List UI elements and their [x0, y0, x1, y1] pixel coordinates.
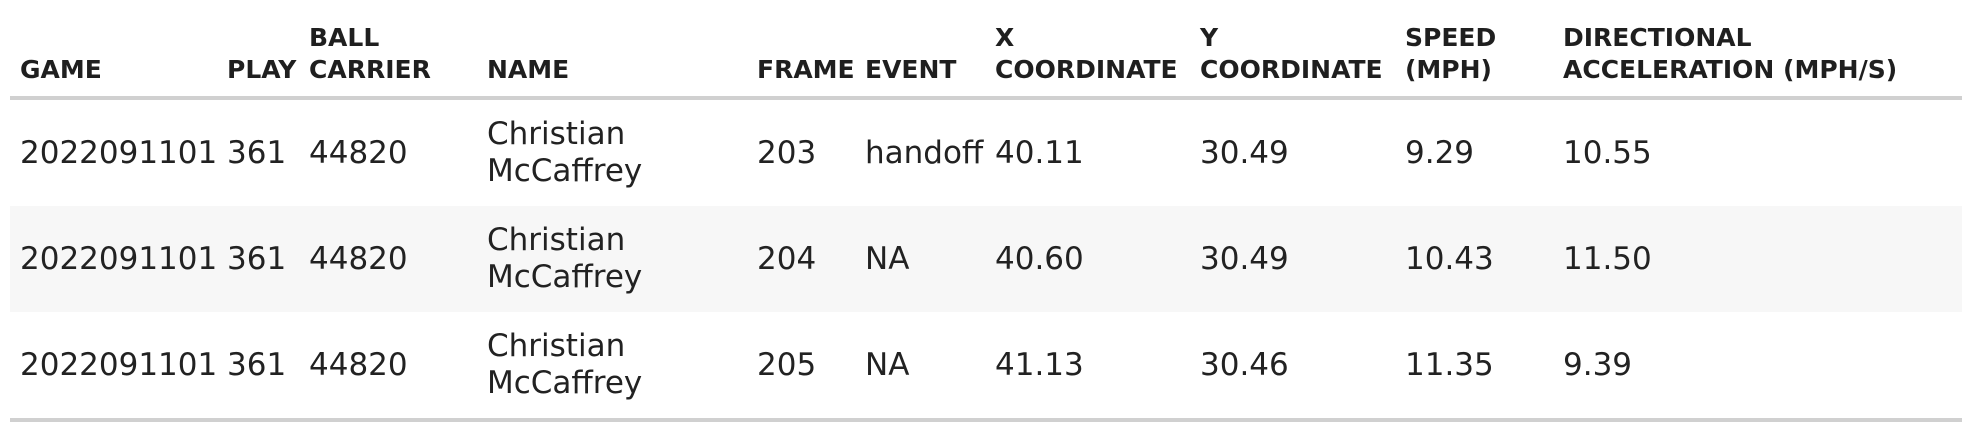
table-row: 2022091101 361 44820 Christian McCaffrey…: [10, 206, 1962, 312]
cell-speed: 10.43: [1395, 206, 1553, 312]
column-header-name: NAME: [477, 0, 747, 100]
column-header-game: GAME: [10, 0, 217, 100]
column-header-frame: FRAME: [747, 0, 855, 100]
column-header-y-coordinate: Y COORDINATE: [1190, 0, 1395, 100]
cell-event: NA: [855, 206, 985, 312]
cell-name: Christian McCaffrey: [487, 116, 643, 189]
column-header-speed: SPEED (MPH): [1395, 0, 1553, 100]
cell-game: 2022091101: [20, 134, 218, 171]
cell-x-coordinate: 40.60: [985, 206, 1190, 312]
table-row: 2022091101 361 44820 Christian McCaffrey…: [10, 312, 1962, 422]
cell-event: handoff: [865, 134, 984, 171]
cell-x-coordinate: 41.13: [985, 312, 1190, 422]
cell-directional-acceleration: 11.50: [1553, 206, 1962, 312]
cell-frame: 203: [757, 134, 817, 171]
cell-frame: 205: [747, 312, 855, 422]
cell-ball-carrier: 44820: [299, 312, 477, 422]
cell-y-coordinate: 30.49: [1200, 134, 1289, 171]
cell-event: NA: [855, 312, 985, 422]
cell-play: 361: [217, 312, 299, 422]
table-row: 2022091101 361 44820 Christian McCaffrey…: [10, 98, 1962, 206]
cell-ball-carrier: 44820: [299, 206, 477, 312]
cell-y-coordinate: 30.49: [1190, 206, 1395, 312]
tracking-data-table: GAME PLAY BALL CARRIER NAME FRAME EVENT …: [10, 0, 1962, 422]
column-header-ball-carrier: BALL CARRIER: [299, 0, 477, 100]
cell-y-coordinate: 30.46: [1190, 312, 1395, 422]
cell-game: 2022091101: [10, 312, 217, 422]
column-header-x-coordinate: X COORDINATE: [985, 0, 1190, 100]
cell-speed: 9.29: [1405, 134, 1475, 171]
column-header-directional-acceleration: DIRECTIONAL ACCELERATION (MPH/S): [1553, 0, 1962, 100]
cell-directional-acceleration: 10.55: [1563, 134, 1652, 171]
cell-play: 361: [217, 206, 299, 312]
cell-name: Christian McCaffrey: [477, 206, 747, 312]
cell-name: Christian McCaffrey: [477, 312, 747, 422]
data-table-container: GAME PLAY BALL CARRIER NAME FRAME EVENT …: [10, 0, 1962, 422]
cell-game: 2022091101: [10, 206, 217, 312]
cell-directional-acceleration: 9.39: [1553, 312, 1962, 422]
column-header-play: PLAY: [217, 0, 299, 100]
cell-x-coordinate: 40.11: [995, 134, 1084, 171]
cell-play: 361: [227, 134, 287, 171]
header-row: GAME PLAY BALL CARRIER NAME FRAME EVENT …: [10, 0, 1962, 100]
column-header-event: EVENT: [855, 0, 985, 100]
cell-frame: 204: [747, 206, 855, 312]
cell-ball-carrier: 44820: [309, 134, 408, 171]
cell-speed: 11.35: [1395, 312, 1553, 422]
